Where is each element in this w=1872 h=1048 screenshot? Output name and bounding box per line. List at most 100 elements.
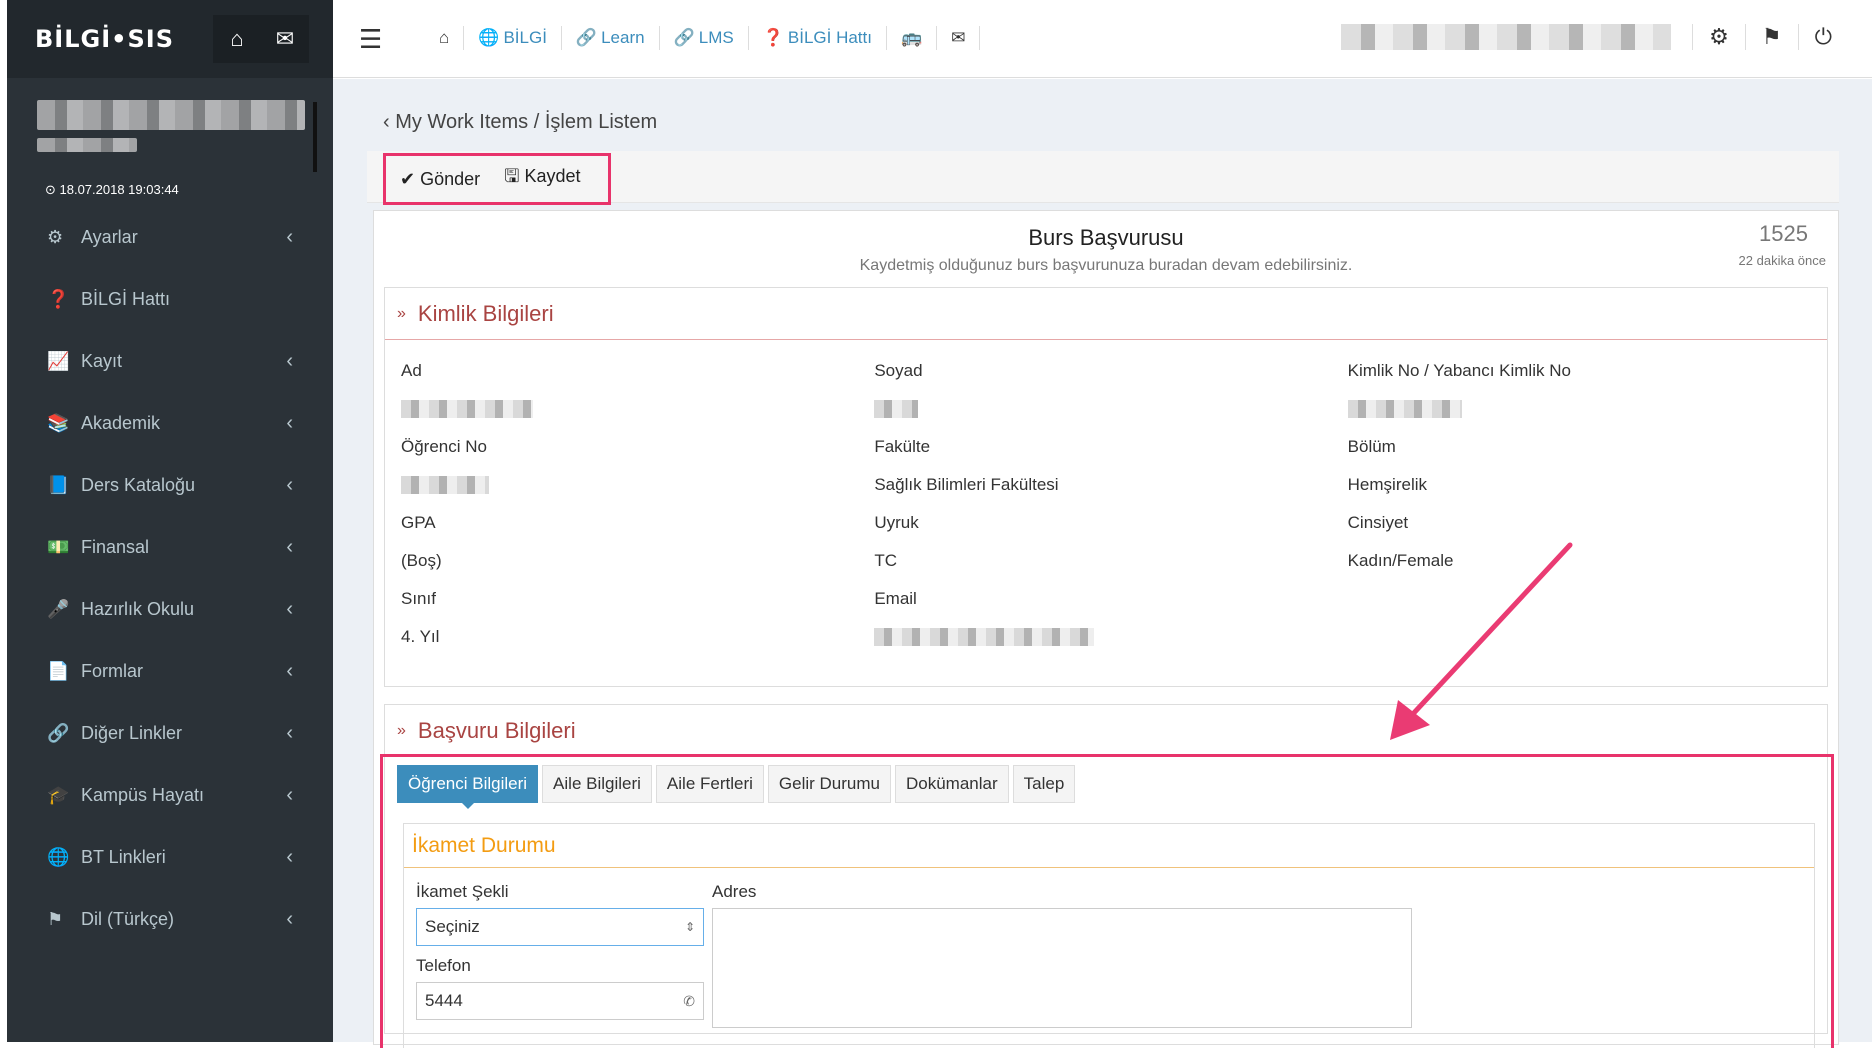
flag-icon: ⚑ — [47, 908, 64, 929]
label-uyruk: Uyruk — [874, 513, 919, 532]
value-soyad — [870, 390, 1343, 428]
value-bolum: Hemşirelik — [1347, 475, 1427, 494]
top-right-actions: ⚙ ⚑ ⏻ — [1692, 24, 1848, 50]
nav-link-label: Learn — [601, 28, 645, 47]
identity-heading: Kimlik Bilgileri — [417, 300, 554, 326]
catalog-icon: 📘 — [47, 474, 70, 495]
graduation-icon: 🎓 — [47, 784, 70, 805]
sidebar-item-formlar[interactable]: 📄 Formlar ‹ — [7, 640, 333, 702]
sidebar-item-ayarlar[interactable]: ⚙ Ayarlar ‹ — [7, 206, 333, 268]
label-bolum: Bölüm — [1347, 437, 1396, 456]
sidebar-item-kampus-hayati[interactable]: 🎓 Kampüs Hayatı ‹ — [7, 764, 333, 826]
nav-link-label: BİLGİ Hattı — [787, 28, 872, 47]
nav-link-label: LMS — [698, 28, 734, 47]
flag-icon[interactable]: ⚑ — [1744, 24, 1798, 50]
gear-icon: ⚙ — [47, 226, 64, 247]
chevron-left-icon: ‹ — [286, 411, 293, 434]
file-icon: 📄 — [47, 660, 70, 681]
value-uyruk: TC — [874, 551, 897, 570]
chevron-left-icon: ‹ — [286, 473, 293, 496]
application-heading: Başvuru Bilgileri — [417, 718, 576, 743]
label-gpa: GPA — [401, 513, 436, 532]
nav-home-icon[interactable]: ⌂ — [425, 26, 465, 50]
sidebar-item-akademik[interactable]: 📚 Akademik ‹ — [7, 392, 333, 454]
sidebar-item-diger-linkler[interactable]: 🔗 Diğer Linkler ‹ — [7, 702, 333, 764]
sidebar-item-label: BT Linkleri — [81, 846, 166, 867]
user-panel-scrollbar[interactable] — [313, 102, 317, 172]
sidebar-item-label: Ayarlar — [81, 226, 138, 247]
top-navbar: ☰ ⌂ 🌐 BİLGİ 🔗 Learn 🔗 LMS ❓ BİLGİ Hattı 🚌 ✉ … — [333, 0, 1872, 78]
highlight-frame — [380, 754, 1834, 1048]
sidebar-item-label: Diğer Linkler — [81, 722, 183, 743]
label-cinsiyet: Cinsiyet — [1347, 513, 1409, 532]
mail-icon[interactable]: ✉ — [261, 15, 309, 63]
home-icon[interactable]: ⌂ — [213, 15, 261, 63]
redacted-email — [874, 628, 1095, 646]
sidebar-top-icons: ⌂ ✉ — [213, 15, 309, 63]
nav-link-bilgi-hatti[interactable]: ❓ BİLGİ Hattı — [749, 26, 887, 50]
chevron-left-icon: ‹ — [286, 659, 293, 682]
nav-link-bilgi[interactable]: 🌐 BİLGİ — [464, 26, 562, 50]
power-icon[interactable]: ⏻ — [1797, 24, 1848, 50]
globe-icon: 🌐 — [478, 28, 500, 47]
label-email: Email — [874, 589, 917, 608]
hamburger-menu-icon[interactable]: ☰ — [359, 24, 382, 55]
user-subtitle-blurred — [37, 138, 137, 152]
save-button[interactable]: 🖫 Kaydet — [504, 164, 580, 194]
double-chevron-down-icon: » — [397, 722, 406, 739]
redacted-ogrenci-no — [401, 476, 489, 494]
sidebar-item-label: Akademik — [81, 412, 161, 433]
mail-icon[interactable]: ✉ — [937, 26, 981, 50]
value-ad — [397, 390, 870, 428]
nav-link-learn[interactable]: 🔗 Learn — [562, 26, 660, 50]
label-ad: Ad — [401, 361, 422, 380]
value-sinif: 4. Yıl — [401, 627, 440, 646]
label-soyad: Soyad — [874, 361, 923, 380]
user-name-blurred — [37, 100, 305, 130]
chart-icon: 📈 — [47, 350, 70, 371]
breadcrumb[interactable]: ‹ My Work Items / İşlem Listem — [383, 111, 657, 134]
money-icon: 💵 — [47, 536, 70, 557]
app-logo[interactable]: BİLGİ•SIS — [35, 25, 174, 53]
sidebar-item-label: Hazırlık Okulu — [81, 598, 195, 619]
label-fakulte: Fakülte — [874, 437, 931, 456]
chevron-left-icon: ‹ — [286, 721, 293, 744]
label-sinif: Sınıf — [401, 589, 436, 608]
link-icon: 🔗 — [575, 28, 598, 47]
top-nav-links: ⌂ 🌐 BİLGİ 🔗 Learn 🔗 LMS ❓ BİLGİ Hattı 🚌 ✉ — [425, 26, 981, 50]
question-icon: ❓ — [762, 28, 784, 47]
chevron-left-icon: ‹ — [286, 783, 293, 806]
user-panel: ⊙ 18.07.2018 19:03:44 — [7, 78, 333, 198]
sidebar-item-ders-katalogu[interactable]: 📘 Ders Kataloğu ‹ — [7, 454, 333, 516]
annotation-arrow-icon — [1390, 542, 1573, 740]
identity-section-header[interactable]: » Kimlik Bilgileri — [385, 288, 1827, 340]
send-button[interactable]: ✔ Gönder — [400, 169, 480, 190]
login-timestamp: ⊙ 18.07.2018 19:03:44 — [45, 182, 179, 197]
sidebar-item-label: BİLGİ Hattı — [81, 288, 171, 309]
link-icon: 🔗 — [47, 722, 70, 743]
sidebar-item-bt-linkleri[interactable]: 🌐 BT Linkleri ‹ — [7, 826, 333, 888]
sidebar-item-finansal[interactable]: 💵 Finansal ‹ — [7, 516, 333, 578]
identity-grid: Ad Soyad Kimlik No / Yabancı Kimlik No Ö… — [397, 352, 1817, 672]
value-fakulte: Sağlık Bilimleri Fakültesi — [874, 475, 1059, 494]
sidebar-item-kayit[interactable]: 📈 Kayıt ‹ — [7, 330, 333, 392]
chevron-left-icon: ‹ — [286, 907, 293, 930]
nav-link-lms[interactable]: 🔗 LMS — [660, 26, 749, 50]
value-email — [870, 618, 1343, 656]
sidebar-item-hazirlik-okulu[interactable]: 🎤 Hazırlık Okulu ‹ — [7, 578, 333, 640]
settings-gear-icon[interactable]: ⚙ — [1692, 24, 1745, 50]
bus-icon[interactable]: 🚌 — [887, 26, 938, 50]
user-info-blurred — [1341, 24, 1671, 50]
sidebar-item-bilgi-hatti[interactable]: ❓ BİLGİ Hattı — [7, 268, 333, 330]
redacted-ad — [401, 400, 533, 418]
label-kimlik: Kimlik No / Yabancı Kimlik No — [1347, 361, 1571, 380]
sidebar-item-dil[interactable]: ⚑ Dil (Türkçe) ‹ — [7, 888, 333, 950]
page-subtitle: Kaydetmiş olduğunuz burs başvurunuza bur… — [859, 257, 1353, 274]
chevron-left-icon: ‹ — [286, 535, 293, 558]
chevron-left-icon: ‹ — [286, 845, 293, 868]
value-ogrenci-no — [397, 466, 870, 504]
application-section-header[interactable]: » Başvuru Bilgileri — [385, 705, 1827, 757]
sidebar-item-label: Finansal — [81, 536, 150, 557]
identity-section: » Kimlik Bilgileri Ad Soyad Kimlik No / … — [384, 287, 1828, 687]
chevron-left-icon: ‹ — [286, 597, 293, 620]
